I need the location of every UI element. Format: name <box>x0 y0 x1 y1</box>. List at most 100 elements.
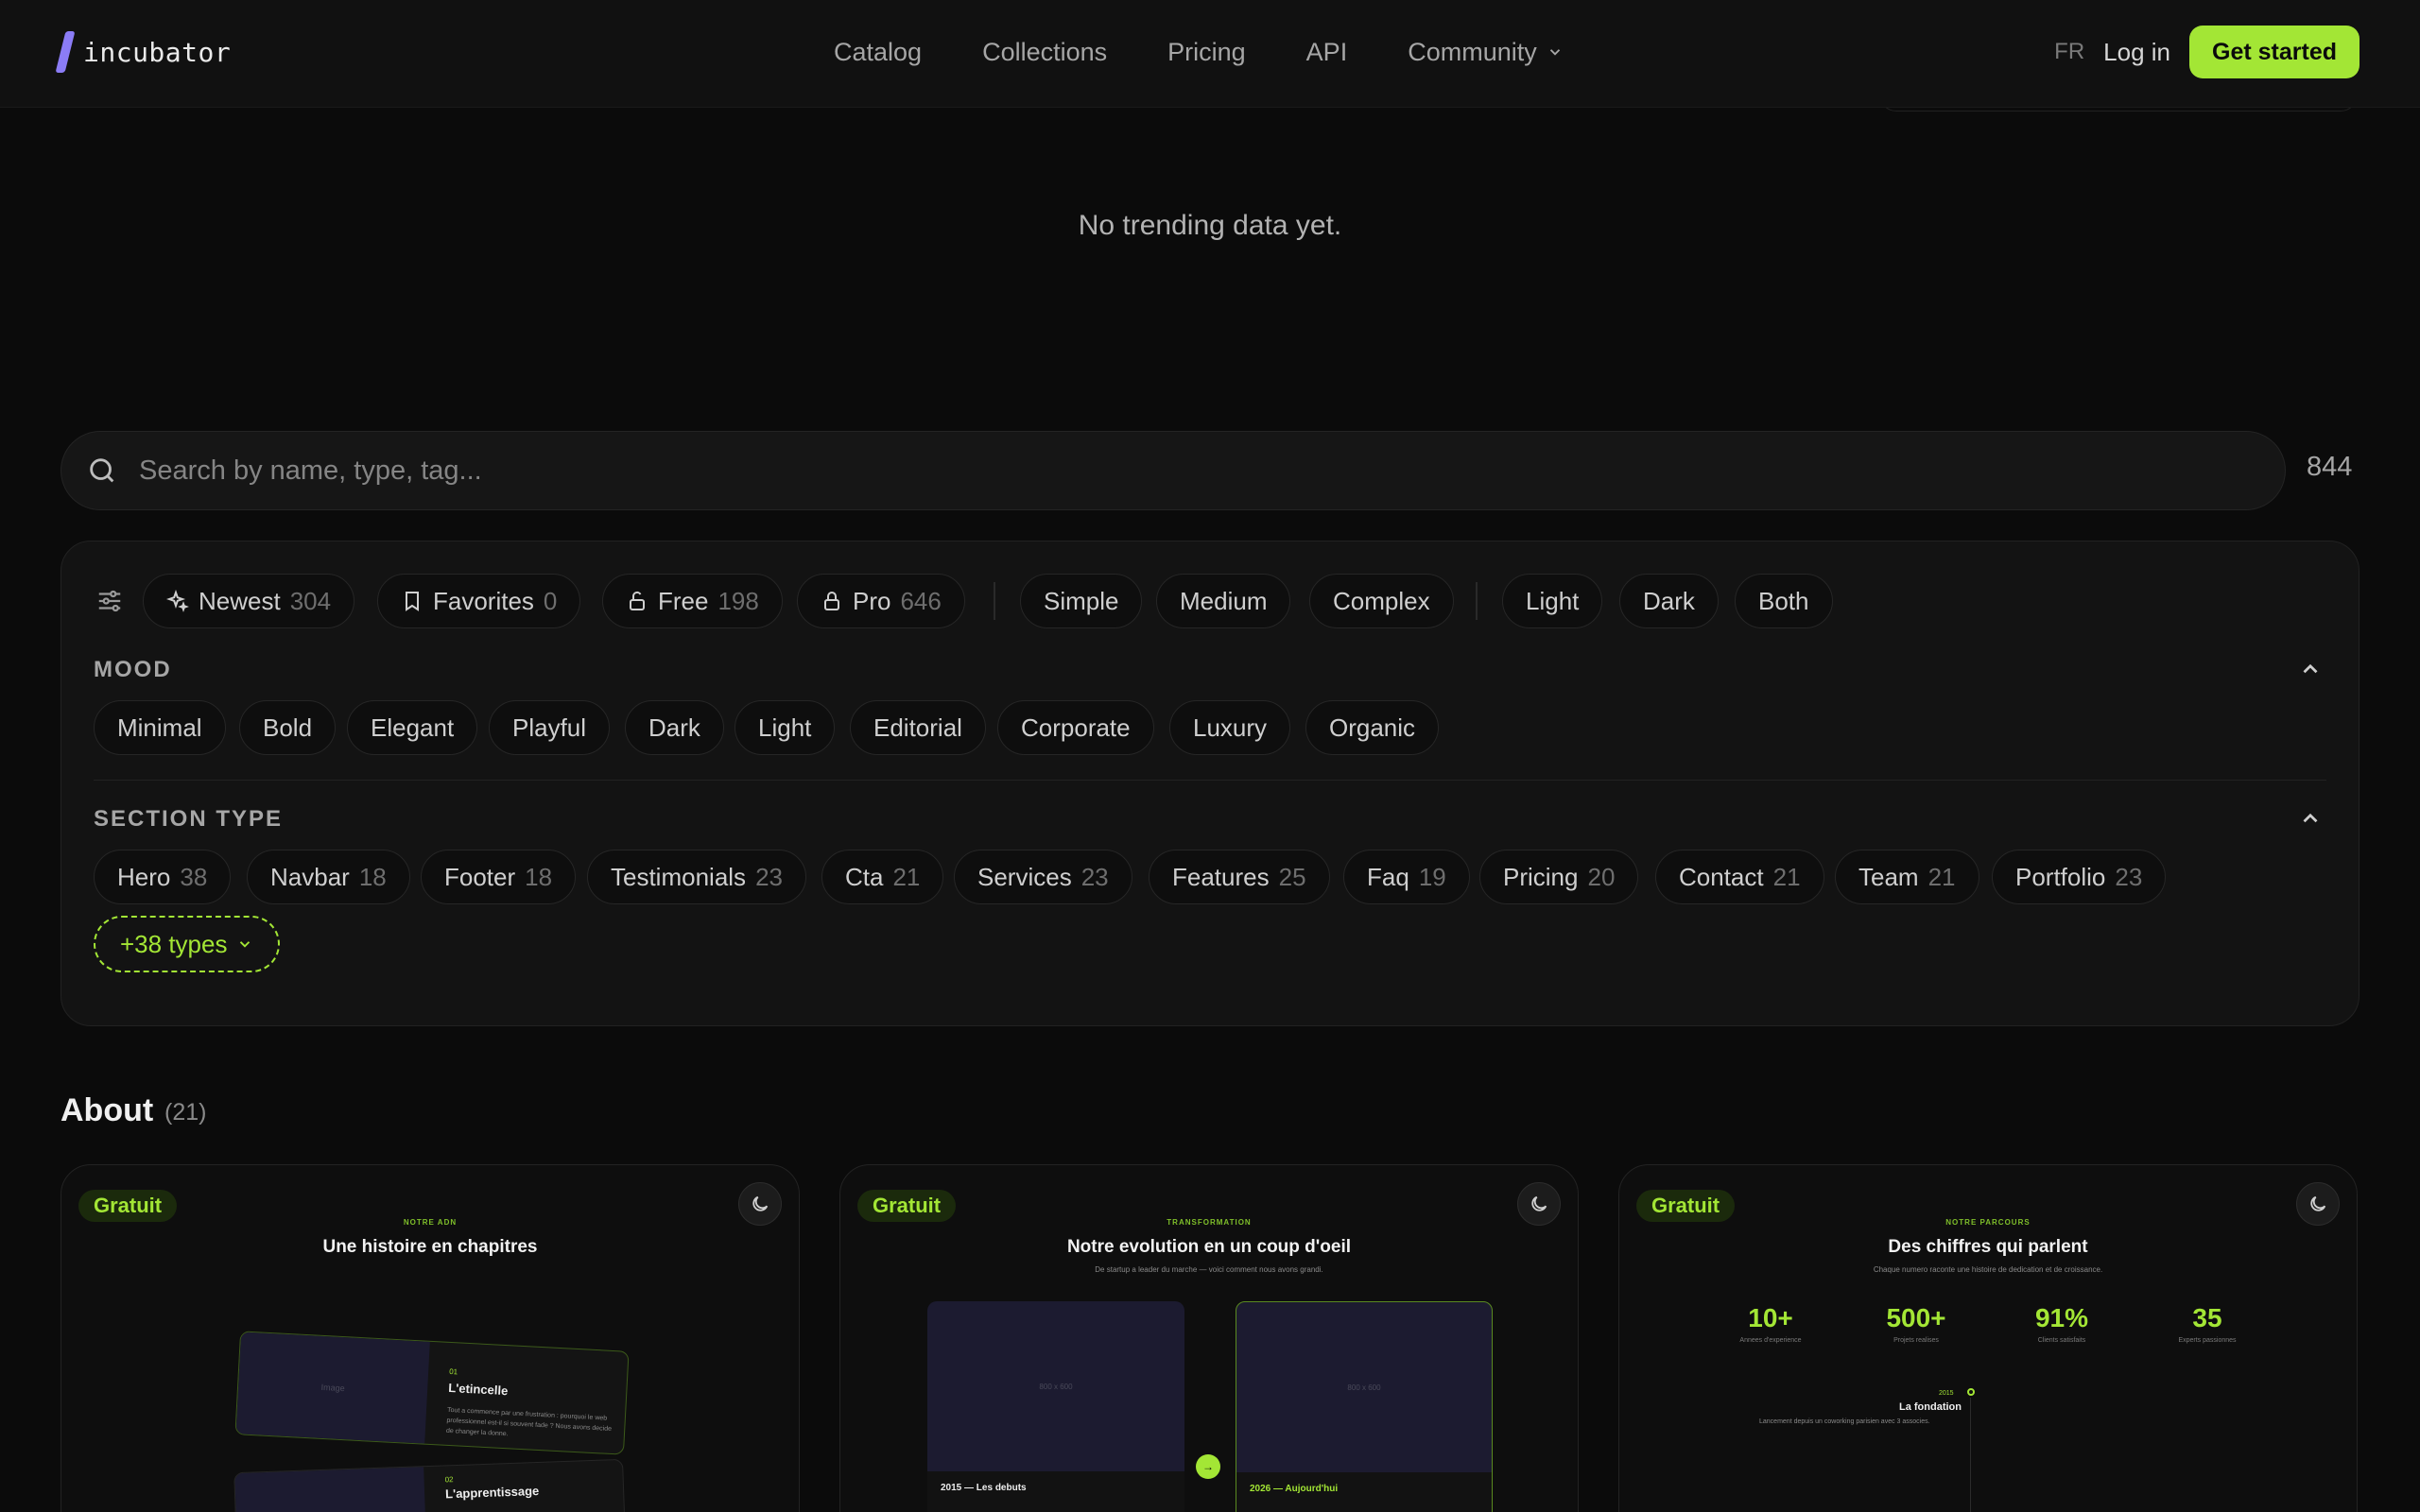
search-input[interactable] <box>139 455 2219 487</box>
type-count: 18 <box>358 862 387 891</box>
filter-favorites[interactable]: Favorites 0 <box>377 574 581 628</box>
filter-divider <box>994 582 995 620</box>
page: incubator Catalog Collections Pricing AP… <box>0 0 2420 1512</box>
chevron-up-icon[interactable] <box>2298 657 2323 681</box>
chapter-card: Image 01 L'etincelle Tout a commence par… <box>234 1331 630 1455</box>
type-count: 19 <box>1418 862 1446 891</box>
template-card[interactable]: Gratuit NOTRE PARCOURS Des chiffres qui … <box>1618 1164 2358 1512</box>
bookmark-icon <box>406 592 419 611</box>
stat-label: Clients satisfaits <box>2037 1337 2086 1344</box>
stat-value: 10+ <box>1748 1303 1793 1332</box>
logo[interactable]: incubator <box>55 28 231 76</box>
type-label: Portfolio <box>2015 862 2106 891</box>
type-count: 21 <box>892 862 921 891</box>
preview-title: Des chiffres qui parlent <box>1888 1237 2088 1257</box>
free-badge: Gratuit <box>857 1190 957 1222</box>
section-divider <box>94 780 2326 781</box>
filter-free[interactable]: Free 198 <box>602 574 783 628</box>
type-footer[interactable]: Footer 18 <box>421 850 577 904</box>
type-services[interactable]: Services 23 <box>954 850 1132 904</box>
login-link[interactable]: Log in <box>2103 38 2170 67</box>
get-started-button[interactable]: Get started <box>2189 26 2360 78</box>
mood-corporate[interactable]: Corporate <box>997 700 1154 755</box>
type-hero[interactable]: Hero 38 <box>94 850 232 904</box>
nav-community-label: Community <box>1408 37 1537 66</box>
mood-playful[interactable]: Playful <box>489 700 611 755</box>
type-navbar[interactable]: Navbar 18 <box>247 850 410 904</box>
lock-icon <box>824 592 839 610</box>
main-nav: Catalog Collections Pricing API Communit… <box>834 32 1564 72</box>
type-features[interactable]: Features 25 <box>1149 850 1330 904</box>
chapter-image <box>234 1467 427 1512</box>
stat-label: Annees d'experience <box>1739 1337 1802 1344</box>
type-label: Services <box>977 862 1072 891</box>
type-count: 21 <box>1927 862 1956 891</box>
mood-luxury[interactable]: Luxury <box>1169 700 1291 755</box>
search-bar[interactable] <box>60 431 2286 510</box>
type-count: 25 <box>1278 862 1306 891</box>
mood-section-title: MOOD <box>94 657 172 682</box>
template-card[interactable]: Gratuit NOTRE ADN Une histoire en chapit… <box>60 1164 800 1512</box>
type-count: 23 <box>1080 862 1109 891</box>
template-card[interactable]: Gratuit TRANSFORMATION Notre evolution e… <box>839 1164 1579 1512</box>
moon-icon <box>752 1195 769 1211</box>
preview-kicker: TRANSFORMATION <box>1167 1218 1252 1227</box>
preview-kicker: NOTRE PARCOURS <box>1945 1218 2031 1227</box>
type-label: Contact <box>1679 862 1764 891</box>
header-actions: FR Log in Get started <box>2054 26 2360 78</box>
nav-community[interactable]: Community <box>1408 38 1564 67</box>
filter-pro-label: Pro <box>853 586 891 615</box>
timeline-description: Lancement depuis un coworking parisien a… <box>1759 1418 1930 1425</box>
nav-catalog[interactable]: Catalog <box>834 38 922 67</box>
more-types-label: +38 types <box>120 929 228 958</box>
type-portfolio[interactable]: Portfolio 23 <box>1992 850 2167 904</box>
type-label: Team <box>1858 862 1919 891</box>
nav-collections[interactable]: Collections <box>982 38 1107 67</box>
preview-subtitle: Chaque numero raconte une histoire de de… <box>1873 1265 2103 1274</box>
filter-complexity-simple[interactable]: Simple <box>1020 574 1143 628</box>
trending-empty-message: No trending data yet. <box>1078 210 1342 241</box>
filter-free-label: Free <box>658 586 709 615</box>
filter-pro[interactable]: Pro 646 <box>797 574 965 628</box>
mood-organic[interactable]: Organic <box>1305 700 1440 755</box>
filter-newest[interactable]: Newest 304 <box>143 574 355 628</box>
mood-editorial[interactable]: Editorial <box>850 700 986 755</box>
mood-light[interactable]: Light <box>735 700 836 755</box>
moon-icon <box>2310 1195 2326 1211</box>
chapter-title: L'apprentissage <box>444 1483 540 1502</box>
language-switch[interactable]: FR <box>2054 39 2084 65</box>
mood-bold[interactable]: Bold <box>239 700 337 755</box>
mood-minimal[interactable]: Minimal <box>94 700 226 755</box>
type-faq[interactable]: Faq 19 <box>1343 850 1470 904</box>
timeline-year: 2015 <box>1939 1390 1954 1397</box>
results-count: 844 <box>2307 452 2353 482</box>
type-label: Features <box>1172 862 1270 891</box>
mood-elegant[interactable]: Elegant <box>347 700 478 755</box>
type-label: Hero <box>117 862 171 891</box>
filter-newest-count: 304 <box>289 586 332 615</box>
filter-theme-light[interactable]: Light <box>1502 574 1603 628</box>
filter-theme-dark[interactable]: Dark <box>1619 574 1719 628</box>
chapter-description: Tout a commence par une frustration : po… <box>445 1406 613 1438</box>
type-testimonials[interactable]: Testimonials 23 <box>587 850 806 904</box>
chapter-number: 02 <box>444 1475 454 1485</box>
preview-title: Une histoire en chapitres <box>322 1237 538 1257</box>
logo-mark-icon <box>55 31 76 73</box>
type-cta[interactable]: Cta 21 <box>821 850 944 904</box>
filter-complexity-medium[interactable]: Medium <box>1156 574 1291 628</box>
filters-icon[interactable] <box>95 587 124 615</box>
chevron-up-icon[interactable] <box>2298 806 2323 831</box>
type-team[interactable]: Team 21 <box>1835 850 1979 904</box>
type-contact[interactable]: Contact 21 <box>1655 850 1824 904</box>
chapter-number: 01 <box>448 1366 458 1377</box>
more-types-button[interactable]: +38 types <box>94 916 281 972</box>
filter-complexity-complex[interactable]: Complex <box>1309 574 1454 628</box>
nav-pricing[interactable]: Pricing <box>1167 38 1246 67</box>
stat-label: Experts passionnes <box>2178 1337 2237 1344</box>
mood-dark[interactable]: Dark <box>625 700 724 755</box>
free-badge: Gratuit <box>78 1190 178 1222</box>
filter-theme-both[interactable]: Both <box>1735 574 1833 628</box>
type-pricing[interactable]: Pricing 20 <box>1479 850 1639 904</box>
moon-icon <box>1531 1195 1547 1211</box>
nav-api[interactable]: API <box>1306 38 1348 67</box>
